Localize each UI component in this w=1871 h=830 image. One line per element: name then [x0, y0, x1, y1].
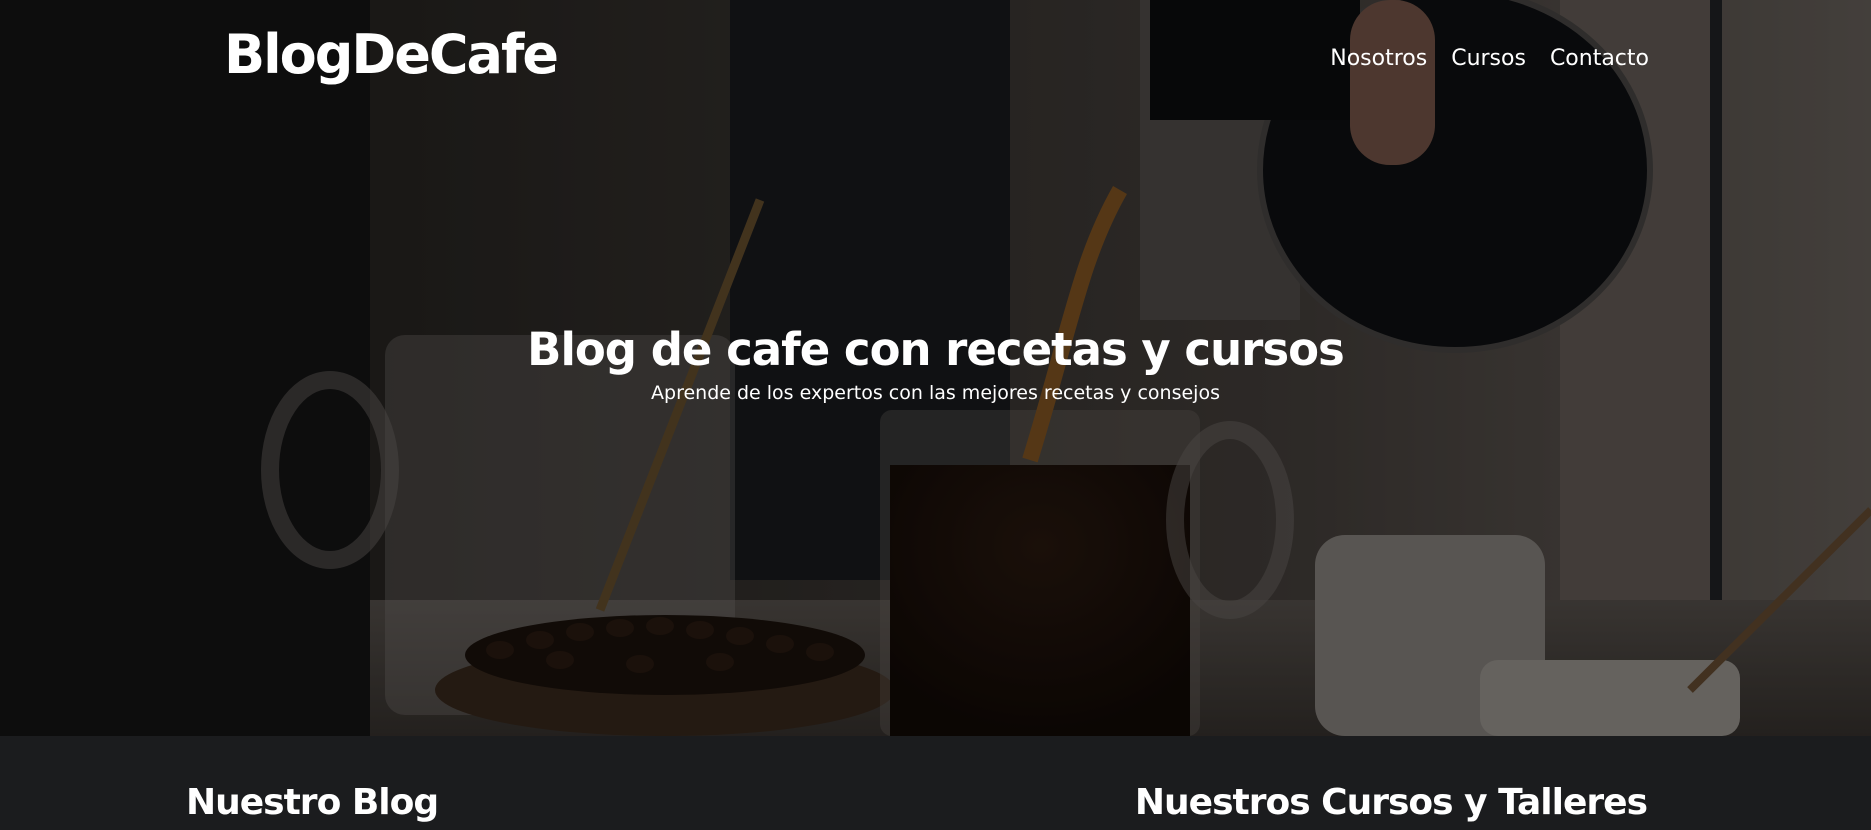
hero-subtitle: Aprende de los expertos con las mejores …: [651, 381, 1220, 404]
site-logo[interactable]: BlogDeCafe: [224, 28, 559, 82]
hero-title: Blog de cafe con recetas y cursos: [527, 323, 1345, 376]
nav-link-cursos[interactable]: Cursos: [1451, 46, 1526, 71]
nav-link-contacto[interactable]: Contacto: [1550, 46, 1649, 71]
nav-link-nosotros[interactable]: Nosotros: [1330, 46, 1427, 71]
blog-section-title: Nuestro Blog: [186, 782, 439, 823]
courses-section-title: Nuestros Cursos y Talleres: [1134, 782, 1648, 823]
hero-section: BlogDeCafe Nosotros Cursos Contacto Blog…: [0, 0, 1871, 736]
content-section: Nuestro Blog Nuestros Cursos y Talleres: [0, 736, 1871, 830]
site-header: BlogDeCafe Nosotros Cursos Contacto: [0, 0, 1871, 120]
main-navigation: Nosotros Cursos Contacto: [1330, 46, 1649, 71]
hero-text: Blog de cafe con recetas y cursos Aprend…: [0, 325, 1871, 404]
